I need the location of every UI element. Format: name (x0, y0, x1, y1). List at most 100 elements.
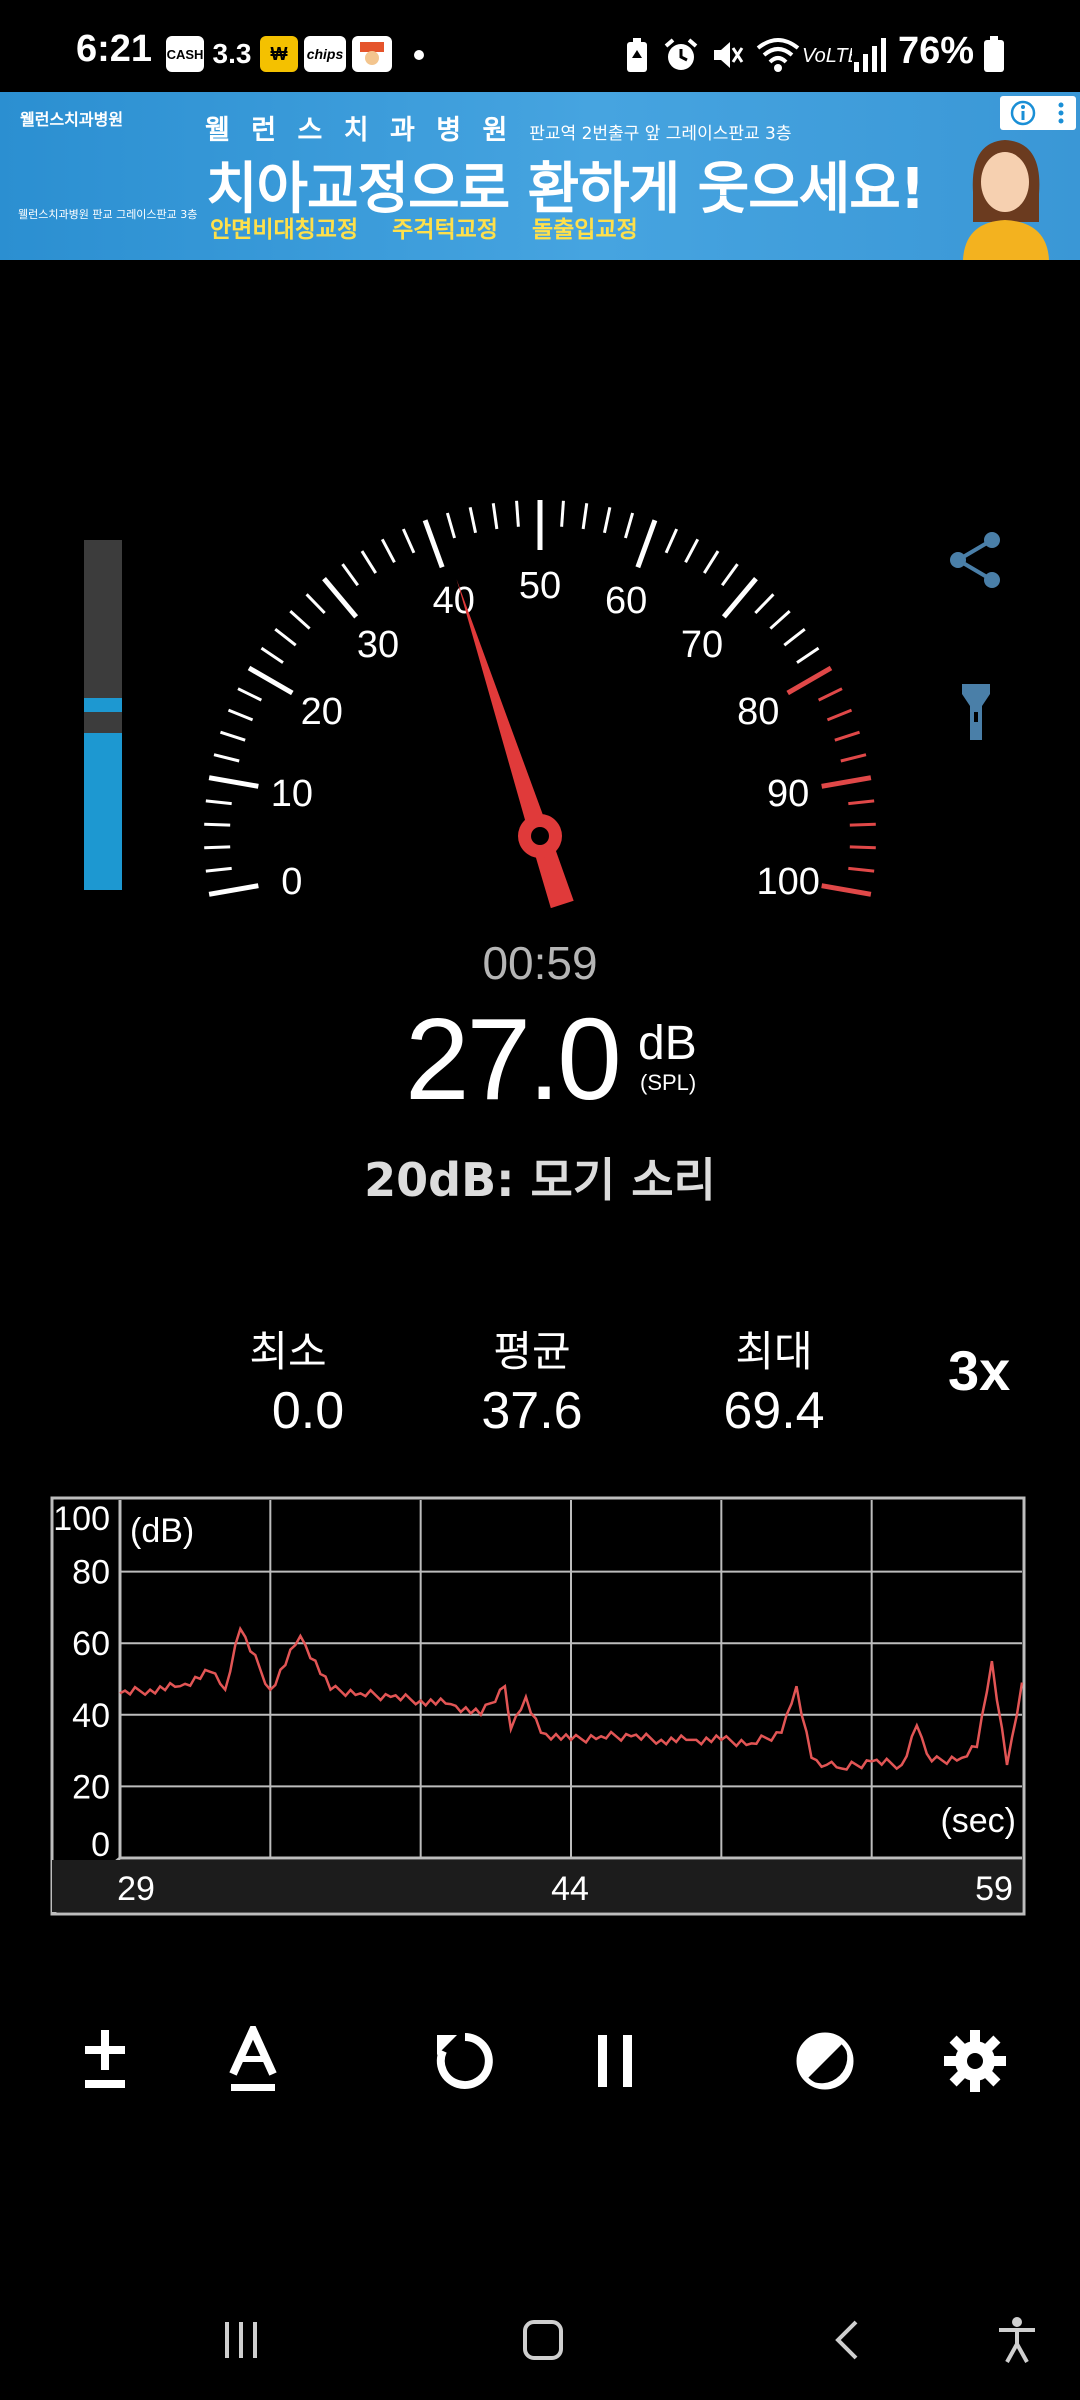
ad-choices[interactable] (1000, 96, 1076, 130)
chart-y-tick: 0 (91, 1826, 110, 1864)
gear-icon (944, 2030, 1006, 2092)
db-unit: dB (638, 1017, 697, 1070)
cash-amount: 3.3 (212, 38, 252, 69)
ad-person-image (963, 140, 1049, 260)
gauge-tick (237, 687, 263, 702)
gauge-tick (219, 730, 246, 742)
stat-avg-label: 평균 (493, 1327, 571, 1376)
ad-hospital-name: 웰 런 스 치 과 병 원 판교역 2번출구 앞 그레이스판교 3층 (205, 115, 792, 146)
stat-min-label: 최소 (249, 1327, 327, 1376)
gauge-tick (848, 799, 875, 806)
game-app-icon (352, 36, 392, 72)
notification-dot-icon (414, 50, 424, 60)
nav-recent-apps[interactable] (196, 2300, 286, 2380)
gauge-tick (849, 845, 876, 850)
gauge-tick (204, 822, 231, 827)
gauge-tick (445, 512, 456, 539)
ad-logo: 웰런스치과병원 (20, 112, 124, 129)
gauge-label: 90 (767, 773, 809, 815)
gauge-label: 50 (519, 565, 561, 607)
share-icon[interactable] (944, 528, 1008, 592)
stat-max-value: 69.4 (723, 1382, 825, 1440)
db-history-chart: 100 80 60 40 20 0 29 44 59 (dB) (sec) (50, 1496, 1026, 1916)
gauge-tick (664, 528, 679, 554)
mute-icon (714, 42, 744, 68)
gauge-tick (468, 507, 478, 534)
coin-app-icon: ₩ (260, 36, 298, 72)
gauge-tick (205, 866, 232, 873)
gauge-tick (208, 883, 259, 897)
gauge-needle-shape (456, 579, 574, 909)
current-db-value: 27.0 (405, 994, 622, 1124)
nav-home[interactable] (498, 2300, 588, 2380)
gauge-tick (205, 799, 232, 806)
battery-percentage: 76% (898, 30, 975, 72)
alarm-icon (664, 38, 698, 70)
gauge-tick (204, 845, 231, 850)
ad-banner[interactable]: 웰런스치과병원 웰런스치과병원 판교 그레이스판교 3층 웰 런 스 치 과 병… (0, 92, 1080, 260)
wifi-icon (756, 38, 800, 72)
pause-button[interactable] (570, 2016, 660, 2106)
stat-avg-value: 37.6 (481, 1382, 583, 1440)
chart-x-tick: 59 (975, 1870, 1013, 1908)
weighting-button[interactable] (208, 2016, 298, 2106)
cash-app-icon: CASH (166, 36, 204, 72)
elapsed-timer: 00:59 (482, 937, 598, 989)
gauge-label: 0 (281, 861, 302, 903)
chart-y-ticks: 100 80 60 40 20 0 (53, 1500, 110, 1864)
ad-feature: 안면비대칭교정 (210, 217, 359, 243)
nav-back[interactable] (802, 2300, 892, 2380)
signal-icon (854, 38, 886, 72)
battery-icon (984, 36, 1004, 72)
reset-button[interactable] (420, 2016, 510, 2106)
theme-button[interactable] (780, 2016, 870, 2106)
sound-gauge: 010203040 50 60708090100 (204, 500, 876, 909)
chart-grid (120, 1500, 1022, 1858)
chips-app-icon: chips (304, 36, 346, 72)
volte-icon: VoLTE (802, 45, 852, 67)
gauge-tick (635, 519, 658, 569)
flashlight-icon[interactable] (944, 680, 1008, 744)
gauge-tick (560, 500, 565, 527)
ad-feature: 돌출입교정 (531, 217, 638, 243)
gauge-tick (491, 503, 499, 530)
chart-y-tick: 60 (72, 1625, 110, 1663)
gauge-tick (848, 866, 875, 873)
ad-feature: 주걱턱교정 (392, 217, 498, 243)
status-bar: 6:21 CASH 3.3 ₩ chips VoLTE 76% (0, 0, 1080, 90)
gauge-tick (422, 519, 445, 569)
nav-accessibility[interactable] (972, 2300, 1062, 2380)
ad-small-text: 웰런스치과병원 판교 그레이스판교 3층 (18, 208, 198, 221)
gauge-needle (456, 579, 574, 909)
reset-icon (436, 2033, 493, 2089)
gauge-tick (840, 753, 867, 763)
gauge-label: 20 (301, 691, 343, 733)
stat-min-value: 0.0 (271, 1382, 345, 1440)
settings-button[interactable] (930, 2016, 1020, 2106)
stat-min: 최소 0.0 (188, 1318, 388, 1441)
gauge-tick (834, 730, 861, 742)
chart-x-tick: 29 (117, 1870, 155, 1908)
gauge-hub-center (531, 827, 549, 845)
speed-toggle-button[interactable]: 3x (948, 1338, 1010, 1403)
info-icon[interactable] (1010, 100, 1036, 126)
gauge-label: 60 (605, 580, 647, 622)
gauge-label: 100 (756, 861, 819, 903)
chart-x-label: (sec) (940, 1802, 1016, 1840)
gauge-tick (796, 646, 820, 664)
more-options-icon[interactable] (1056, 100, 1066, 126)
gauge-tick (227, 708, 254, 722)
gauge-tick (720, 563, 739, 587)
calibration-button[interactable] (60, 2016, 150, 2106)
gauge-tick (208, 775, 259, 789)
gauge-label: 10 (271, 773, 313, 815)
chart-y-tick: 20 (72, 1768, 110, 1806)
gauge-tick (849, 822, 876, 827)
gauge-tick (581, 503, 589, 530)
svg-text:VoLTE: VoLTE (802, 45, 852, 67)
noise-reference: 20dB: 모기 소리 (364, 1153, 716, 1207)
gauge-tick (515, 500, 520, 527)
recent-apps-icon (225, 2322, 257, 2358)
gauge-tick (754, 593, 775, 615)
gauge-tick (274, 627, 297, 647)
